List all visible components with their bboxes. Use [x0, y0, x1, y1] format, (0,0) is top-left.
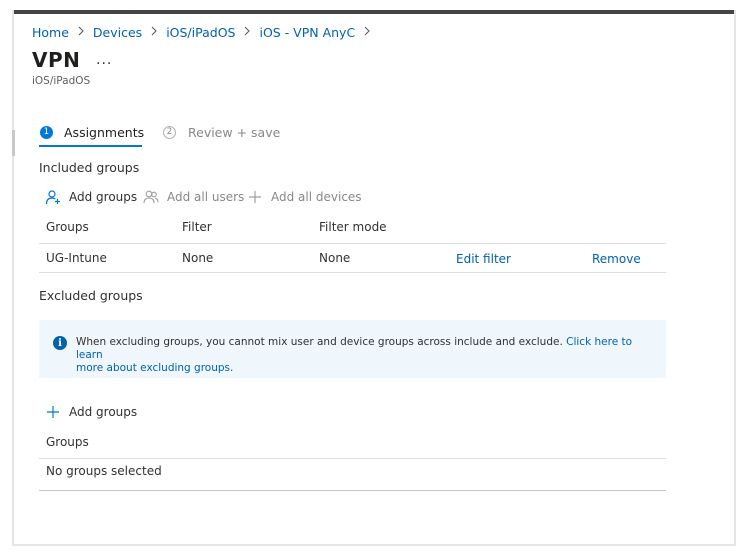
filter-value: None	[182, 251, 214, 265]
window-bottom-border	[12, 544, 736, 546]
chevron-right-icon	[77, 25, 85, 39]
column-header-groups: Groups	[46, 220, 89, 234]
chevron-right-icon	[243, 25, 251, 39]
tab-assignments[interactable]: 1 Assignments	[40, 122, 144, 142]
chevron-right-icon	[150, 25, 158, 39]
step-label: Review + save	[188, 124, 281, 140]
info-message: When excluding groups, you cannot mix us…	[76, 336, 563, 348]
plus-icon	[45, 404, 61, 420]
table-divider	[39, 272, 666, 273]
edit-filter-link[interactable]: Edit filter	[456, 252, 511, 266]
column-header-groups: Groups	[46, 435, 89, 449]
add-all-users-button[interactable]: Add all users	[143, 188, 244, 206]
chevron-right-icon	[363, 25, 371, 39]
table-divider	[39, 490, 666, 491]
breadcrumb-home[interactable]: Home	[32, 25, 69, 40]
filter-mode-value: None	[319, 251, 351, 265]
group-name: UG-Intune	[46, 251, 107, 265]
included-groups-title: Included groups	[39, 160, 140, 175]
step-number: 2	[163, 125, 176, 139]
tab-review-save[interactable]: 2 Review + save	[163, 122, 280, 142]
remove-link[interactable]: Remove	[592, 252, 641, 266]
breadcrumb: Home Devices iOS/iPadOS iOS - VPN AnyC	[32, 22, 379, 42]
info-banner-text: When excluding groups, you cannot mix us…	[76, 336, 633, 374]
excluded-groups-title: Excluded groups	[39, 288, 143, 303]
breadcrumb-vpn-profile[interactable]: iOS - VPN AnyC	[259, 25, 355, 40]
page-subtitle: iOS/iPadOS	[32, 75, 91, 87]
add-groups-label: Add groups	[69, 405, 138, 419]
scrollbar-thumb[interactable]	[12, 130, 15, 156]
add-all-users-label: Add all users	[167, 190, 245, 204]
window-top-border	[12, 10, 736, 14]
empty-state-text: No groups selected	[46, 464, 162, 478]
info-icon: i	[53, 336, 67, 350]
add-all-devices-button[interactable]: Add all devices	[247, 188, 362, 206]
plus-icon	[247, 189, 263, 205]
page-title: VPN	[32, 48, 81, 72]
window-right-border	[734, 10, 736, 546]
breadcrumb-ios-ipados[interactable]: iOS/iPadOS	[166, 25, 235, 40]
more-options-button[interactable]: ...	[96, 52, 112, 68]
add-all-devices-label: Add all devices	[271, 190, 362, 204]
add-groups-label: Add groups	[69, 190, 138, 204]
column-header-filter: Filter	[182, 220, 212, 234]
add-groups-button[interactable]: Add groups	[45, 188, 137, 206]
table-divider	[39, 243, 666, 244]
window-left-border	[12, 10, 14, 546]
active-tab-indicator	[39, 145, 142, 147]
people-icon	[143, 189, 159, 205]
step-number: 1	[40, 125, 53, 139]
step-label: Assignments	[64, 124, 145, 140]
add-excluded-groups-button[interactable]: Add groups	[45, 403, 137, 421]
table-divider	[39, 458, 666, 459]
column-header-filter-mode: Filter mode	[319, 220, 387, 234]
breadcrumb-devices[interactable]: Devices	[93, 25, 142, 40]
add-person-icon	[45, 189, 61, 205]
